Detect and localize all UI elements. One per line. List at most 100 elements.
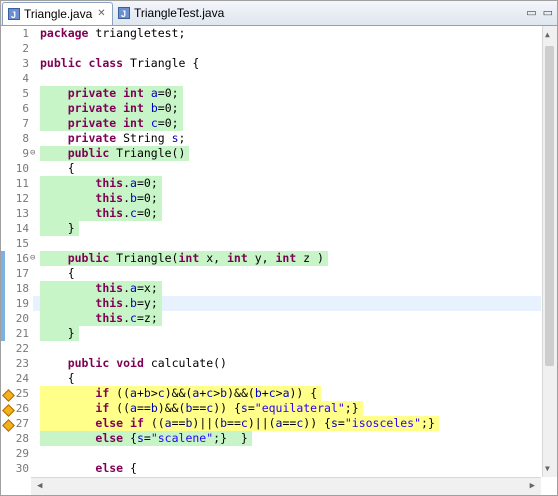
tab-triangletest-java[interactable]: TriangleTest.java: [113, 2, 225, 25]
scroll-left-icon[interactable]: ◀: [37, 481, 42, 491]
change-marker: [1, 326, 5, 341]
close-icon[interactable]: ✕: [97, 3, 105, 25]
code-text: {: [40, 161, 75, 175]
line-number: 6: [22, 102, 29, 115]
code-line: 23 public void calculate(): [1, 356, 541, 371]
code-text: this.c=0;: [40, 206, 162, 221]
line-number: 23: [15, 357, 29, 370]
horizontal-scrollbar[interactable]: ◀ ▶: [31, 477, 541, 495]
code-text: }: [40, 221, 79, 236]
code-line: 17 {: [1, 266, 541, 281]
change-marker: [1, 296, 5, 311]
code-line: 11 this.a=0;: [1, 176, 541, 191]
tab-label: Triangle.java: [24, 7, 93, 21]
code-text: private int a=0;: [40, 86, 183, 101]
minimize-icon[interactable]: ▭: [526, 6, 536, 19]
code-line: 30 else {: [1, 461, 541, 476]
line-number: 27: [15, 417, 29, 430]
line-number: 9: [22, 147, 29, 160]
code-text: this.a=0;: [40, 176, 162, 191]
code-text: else {: [95, 461, 137, 475]
line-number: 30: [15, 462, 29, 475]
line-number: 18: [15, 282, 29, 295]
editor-tab-bar: Triangle.java ✕ TriangleTest.java ▭ ▭: [1, 1, 557, 26]
code-line: 21 }: [1, 326, 541, 341]
code-line: 24 {: [1, 371, 541, 386]
change-marker: [1, 266, 5, 281]
line-number: 10: [15, 162, 29, 175]
line-number: 3: [22, 57, 29, 70]
code-line: 14 }: [1, 221, 541, 236]
line-number: 8: [22, 132, 29, 145]
code-line: 28 else {s="scalene";} }: [1, 431, 541, 446]
line-number: 11: [15, 177, 29, 190]
maximize-icon[interactable]: ▭: [543, 6, 553, 19]
fold-icon[interactable]: ⊖: [30, 253, 35, 263]
code-line: 1 package triangletest;: [1, 26, 541, 41]
code-line: 22: [1, 341, 541, 356]
code-line: 4: [1, 71, 541, 86]
line-number: 26: [15, 402, 29, 415]
code-line: 15: [1, 236, 541, 251]
fold-icon[interactable]: ⊖: [30, 148, 35, 158]
code-line: 6 private int b=0;: [1, 101, 541, 116]
line-number: 1: [22, 27, 29, 40]
code-line: 16 ⊖ public Triangle(int x, int y, int z…: [1, 251, 541, 266]
code-text: public Triangle(int x, int y, int z ): [40, 251, 328, 266]
code-text: if ((a==b)&&(b==c)) {s="equilateral";}: [40, 401, 363, 416]
line-number: 2: [22, 42, 29, 55]
code-line: 25 if ((a+b>c)&&(a+c>b)&&(b+c>a)) {: [1, 386, 541, 402]
code-text: private int b=0;: [40, 101, 183, 116]
code-line: 26 if ((a==b)&&(b==c)) {s="equilateral";…: [1, 401, 541, 417]
line-number: 21: [15, 327, 29, 340]
code-text: else {s="scalene";} }: [40, 431, 252, 446]
code-text: public void calculate(): [67, 356, 227, 370]
code-line: 12 this.b=0;: [1, 191, 541, 206]
code-text: this.a=x;: [40, 281, 162, 296]
line-number: 5: [22, 87, 29, 100]
line-number: 4: [22, 72, 29, 85]
code-line: 3 public class Triangle {: [1, 56, 541, 71]
code-text: {: [40, 371, 75, 385]
code-editor[interactable]: 1 package triangletest; 2 3 public class…: [1, 26, 541, 477]
java-file-icon: [118, 3, 130, 25]
change-marker: [1, 281, 5, 296]
window-controls: ▭ ▭: [526, 6, 553, 19]
scroll-right-icon[interactable]: ▶: [530, 481, 535, 491]
line-number: 17: [15, 267, 29, 280]
code-line: 10 {: [1, 161, 541, 176]
java-file-icon: [8, 4, 20, 26]
code-text: this.b=y;: [40, 296, 162, 311]
code-line-current: 19 this.b=y;: [1, 296, 541, 311]
code-text: if ((a+b>c)&&(a+c>b)&&(b+c>a)) {: [40, 386, 322, 401]
line-number: 29: [15, 447, 29, 460]
editor-window: Triangle.java ✕ TriangleTest.java ▭ ▭ 1 …: [0, 0, 558, 496]
code-text: public Triangle(): [40, 146, 190, 161]
code-line: 29: [1, 446, 541, 461]
line-number: 20: [15, 312, 29, 325]
code-text: private String s;: [67, 131, 186, 145]
code-line: 13 this.c=0;: [1, 206, 541, 221]
scroll-down-icon[interactable]: ▼: [545, 464, 550, 473]
code-line: 27 else if ((a==b)||(b==c)||(a==c)) {s="…: [1, 416, 541, 432]
code-text: }: [40, 326, 79, 341]
line-number: 24: [15, 372, 29, 385]
tab-triangle-java[interactable]: Triangle.java ✕: [2, 2, 113, 26]
line-number: 25: [15, 387, 29, 400]
code-line: 18 this.a=x;: [1, 281, 541, 296]
line-number: 22: [15, 342, 29, 355]
vertical-scroll-thumb[interactable]: [545, 46, 554, 366]
code-text: else if ((a==b)||(b==c)||(a==c)) {s="iso…: [40, 416, 439, 431]
line-number: 16: [15, 252, 29, 265]
code-line: 5 private int a=0;: [1, 86, 541, 101]
code-text: this.b=0;: [40, 191, 162, 206]
change-marker: [1, 311, 5, 326]
code-line: 9 ⊖ public Triangle(): [1, 146, 541, 161]
code-line: 7 private int c=0;: [1, 116, 541, 131]
scroll-up-icon[interactable]: ▲: [545, 30, 550, 39]
line-number: 28: [15, 432, 29, 445]
vertical-scrollbar[interactable]: ▲ ▼: [542, 26, 557, 477]
code-text: private int c=0;: [40, 116, 183, 131]
tab-label: TriangleTest.java: [134, 6, 225, 20]
code-line: 2: [1, 41, 541, 56]
